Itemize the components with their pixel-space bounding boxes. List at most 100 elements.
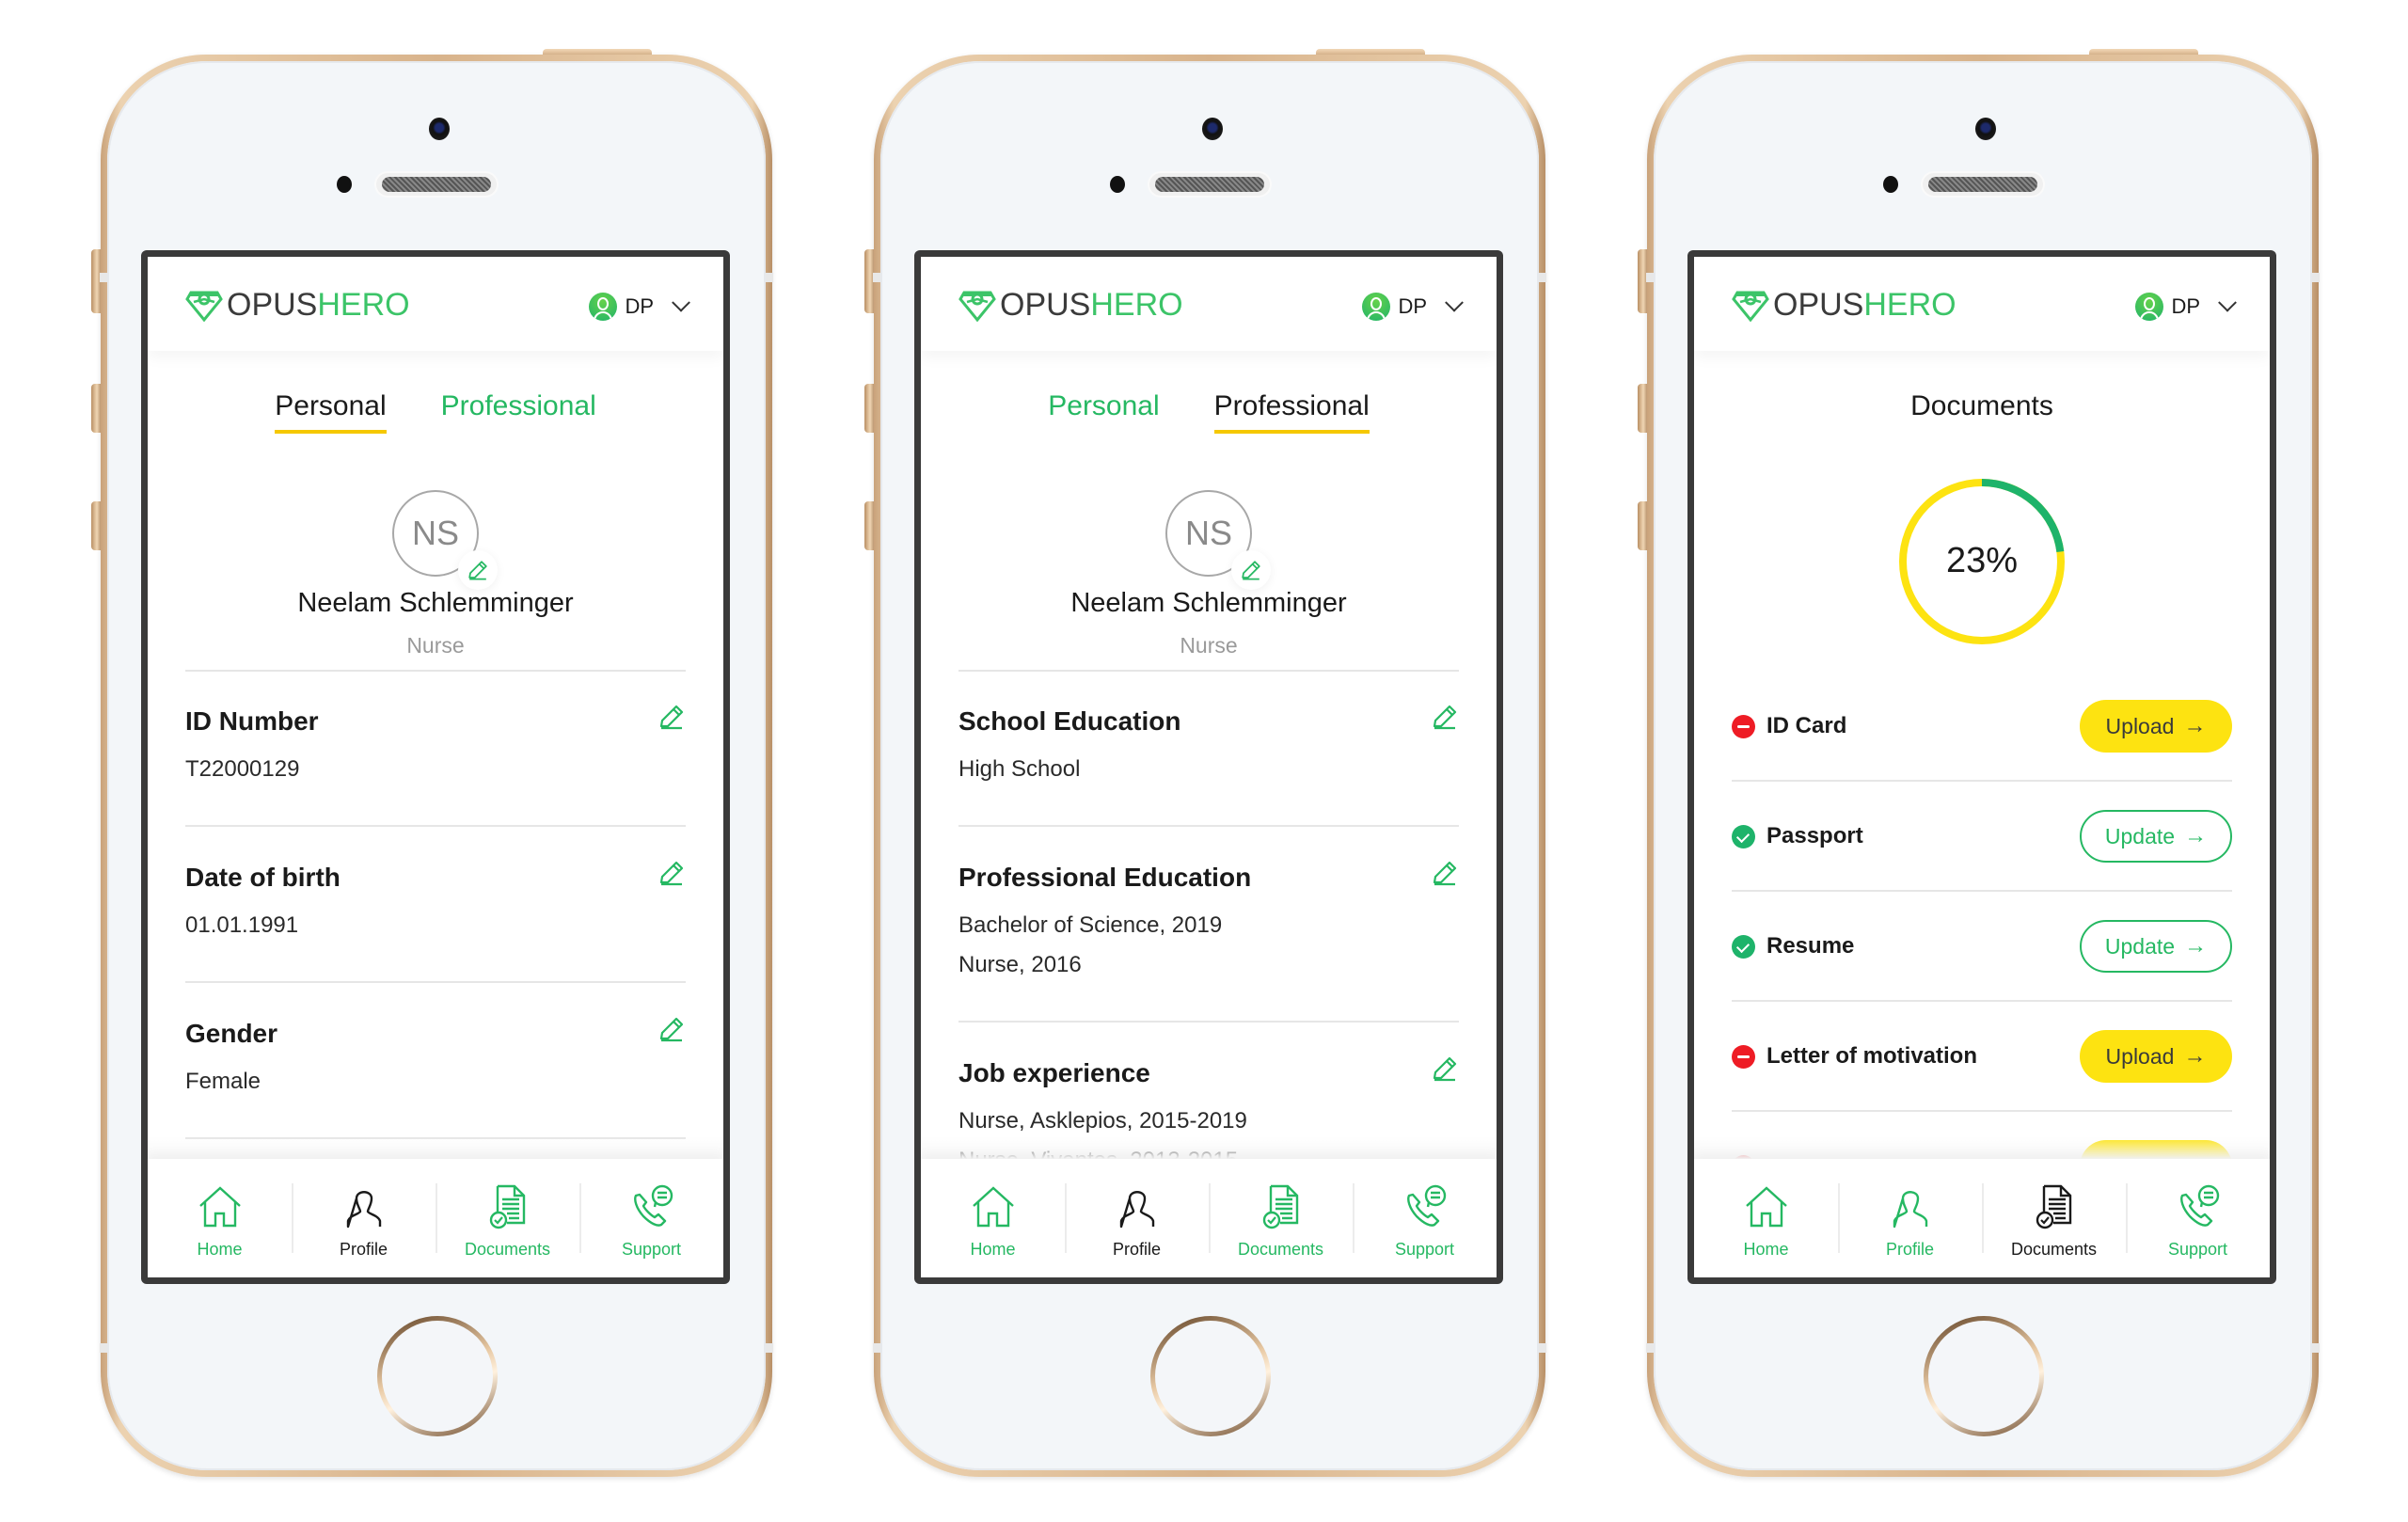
logo-text-hero: HERO <box>317 287 410 323</box>
phone-mockup-personal: OPUSHERO DP Personal Professional NS Neelam… <box>91 49 773 1477</box>
logo-text-opus: OPUS <box>1000 287 1091 323</box>
antenna-band <box>873 1343 880 1353</box>
nav-item-documents[interactable]: Documents <box>436 1159 579 1277</box>
avatar-initials: NS <box>411 514 459 552</box>
nav-item-documents[interactable]: Documents <box>1982 1159 2126 1277</box>
home-icon <box>198 1185 241 1227</box>
tab-professional[interactable]: Professional <box>441 390 596 434</box>
edit-pencil-icon[interactable] <box>657 703 686 731</box>
opushero-logo[interactable]: OPUSHERO <box>185 287 410 324</box>
documents-icon <box>489 1184 525 1229</box>
nav-item-profile[interactable]: Profile <box>292 1159 436 1277</box>
document-row: Letter of motivation Upload → <box>1732 1003 2232 1112</box>
user-menu[interactable]: DP <box>589 293 690 321</box>
proximity-sensor <box>1883 176 1898 193</box>
progress-percent-label: 23% <box>1945 541 2019 580</box>
logo-text-hero: HERO <box>1090 287 1183 323</box>
chevron-down-icon <box>1445 293 1464 312</box>
profile-field: Professional Education Bachelor of Scienc… <box>958 861 1459 985</box>
home-button[interactable] <box>377 1316 498 1436</box>
profile-field: Gender Female <box>185 1017 686 1102</box>
check-circle-icon <box>1732 824 1755 848</box>
content-scroll-area[interactable]: Documents 23% ID Card Upload → Passport … <box>1694 351 2270 1159</box>
earpiece-speaker <box>1149 173 1270 196</box>
edit-pencil-icon[interactable] <box>1431 1054 1459 1083</box>
earpiece-speaker <box>376 173 497 196</box>
profile-avatar: NS <box>1165 490 1271 590</box>
app-header: OPUSHERO DP <box>1694 257 2270 351</box>
field-value: Bachelor of Science, 2019 <box>958 912 1223 938</box>
home-button[interactable] <box>1150 1316 1271 1436</box>
front-camera <box>1202 118 1223 140</box>
minus-circle-icon <box>1732 1044 1755 1069</box>
button-label: Update <box>2104 933 2176 959</box>
user-menu[interactable]: DP <box>2135 293 2237 321</box>
update-button[interactable]: Update → <box>2080 810 2232 863</box>
opushero-logo[interactable]: OPUSHERO <box>958 287 1183 324</box>
edit-pencil-icon[interactable] <box>657 1015 686 1043</box>
tab-personal[interactable]: Personal <box>275 390 387 434</box>
opushero-logo[interactable]: OPUSHERO <box>1732 287 1956 324</box>
nav-item-home[interactable]: Home <box>1694 1159 1838 1277</box>
field-value: Female <box>185 1069 261 1094</box>
update-button[interactable]: Update → <box>2080 920 2232 973</box>
nav-item-documents[interactable]: Documents <box>1209 1159 1353 1277</box>
edit-avatar-button[interactable] <box>458 550 498 590</box>
antenna-band <box>1539 1343 1546 1353</box>
tab-personal[interactable]: Personal <box>1048 390 1159 434</box>
nav-item-support[interactable]: Support <box>2126 1159 2270 1277</box>
diamond-logo-icon <box>185 291 223 322</box>
nav-item-home[interactable]: Home <box>148 1159 292 1277</box>
bottom-navigation: Home Profile Documents Support <box>1694 1159 2270 1277</box>
profile-tabs: Personal Professional <box>148 390 723 434</box>
edit-pencil-icon[interactable] <box>657 859 686 887</box>
user-avatar-icon <box>2135 293 2164 321</box>
field-title: ID Number <box>185 706 319 736</box>
scroll-fade <box>921 1136 1497 1159</box>
content-scroll-area[interactable]: Personal Professional NS Neelam Schlemminge… <box>921 351 1497 1159</box>
logo-text-opus: OPUS <box>1773 287 1864 323</box>
user-avatar-icon <box>1362 293 1391 321</box>
documents-icon <box>2036 1184 2071 1229</box>
profile-icon <box>1119 1190 1154 1228</box>
user-avatar-icon <box>589 293 618 321</box>
nav-item-support[interactable]: Support <box>1353 1159 1497 1277</box>
support-icon <box>633 1184 673 1227</box>
nav-item-profile[interactable]: Profile <box>1838 1159 1982 1277</box>
edit-pencil-icon[interactable] <box>467 559 489 581</box>
profile-name: Neelam Schlemminger <box>297 588 574 618</box>
support-icon <box>1406 1184 1446 1227</box>
proximity-sensor <box>1110 176 1125 193</box>
button-label: Upload <box>2105 1043 2175 1069</box>
tab-professional[interactable]: Professional <box>1213 390 1370 434</box>
edit-pencil-icon[interactable] <box>1240 559 1262 581</box>
minus-circle-icon <box>1732 714 1755 738</box>
app-screen: OPUSHERO DP Personal Professional NS Neelam… <box>148 257 723 1277</box>
edit-avatar-button[interactable] <box>1231 550 1271 590</box>
edit-pencil-icon[interactable] <box>1431 703 1459 731</box>
upload-button[interactable]: Upload → <box>2080 700 2232 753</box>
field-title: School Education <box>958 706 1181 736</box>
support-icon <box>2179 1184 2219 1227</box>
document-row: Passport Update → <box>1732 783 2232 892</box>
nav-label: Profile <box>339 1239 388 1259</box>
scroll-fade <box>148 1136 723 1159</box>
nav-label: Support <box>621 1239 682 1259</box>
divider <box>185 825 686 827</box>
user-menu[interactable]: DP <box>1362 293 1464 321</box>
home-button[interactable] <box>1924 1316 2044 1436</box>
content-scroll-area[interactable]: Personal Professional NS Neelam Schlemminge… <box>148 351 723 1159</box>
phone-screen: OPUSHERO DP Personal Professional NS Neelam… <box>141 250 730 1284</box>
nav-item-support[interactable]: Support <box>579 1159 723 1277</box>
earpiece-speaker <box>1923 173 2043 196</box>
nav-item-home[interactable]: Home <box>921 1159 1065 1277</box>
divider <box>185 670 686 672</box>
arrow-right-icon: → <box>2184 823 2208 848</box>
upload-button[interactable]: Upload → <box>2080 1030 2232 1083</box>
antenna-band <box>766 1343 773 1353</box>
user-initials: DP <box>2171 294 2200 318</box>
nav-item-profile[interactable]: Profile <box>1065 1159 1209 1277</box>
edit-pencil-icon[interactable] <box>1431 859 1459 887</box>
home-icon <box>1745 1185 1787 1227</box>
field-title: Job experience <box>958 1058 1150 1087</box>
